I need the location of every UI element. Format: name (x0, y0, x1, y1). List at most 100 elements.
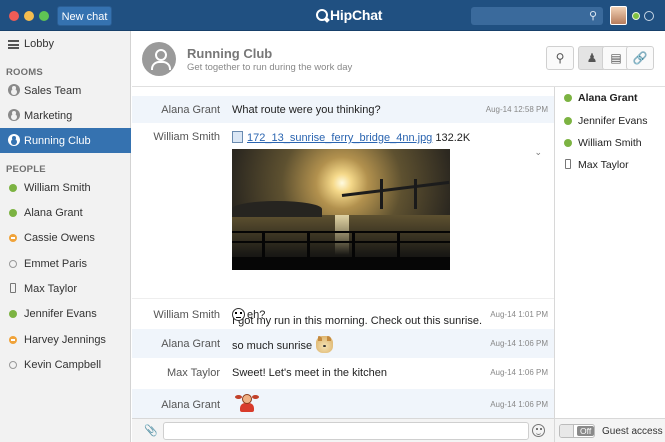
hipchat-logo-icon (316, 9, 328, 21)
chat-message: Alana Grant so much sunrise Aug-14 1:06 … (132, 329, 554, 358)
roster-item-william-smith[interactable]: William Smith (555, 132, 665, 154)
new-chat-button[interactable]: New chat (57, 6, 112, 26)
face-emoticon-icon (232, 308, 245, 321)
sidebar-person-cassie-owens[interactable]: Cassie Owens (0, 225, 131, 250)
room-title: Running Club (187, 46, 273, 61)
roster-name: Max Taylor (578, 159, 629, 171)
message-text: What route were you thinking? (232, 104, 381, 116)
doge-emoticon-icon (316, 336, 334, 353)
sidebar-person-max-taylor[interactable]: Max Taylor (0, 276, 131, 301)
do-not-disturb-status-icon (9, 336, 17, 344)
message-body: eh? (232, 308, 265, 321)
emoticon-picker-icon[interactable] (532, 424, 545, 437)
sidebar-room-marketing[interactable]: Marketing (0, 103, 131, 128)
room-roster: Alana Grant Jennifer Evans William Smith… (554, 87, 665, 418)
person-label: Harvey Jennings (24, 334, 106, 346)
message-sender[interactable]: Alana Grant (161, 399, 220, 411)
room-topic: Get together to run during the work day (187, 62, 353, 73)
room-search-button[interactable]: ⚲ (546, 46, 574, 70)
message-time: Aug-14 1:01 PM (490, 310, 548, 319)
sunrise-photo[interactable] (232, 149, 450, 270)
message-text: so much sunrise (232, 340, 313, 352)
zoom-window-icon[interactable] (39, 11, 49, 21)
chat-history[interactable]: Alana Grant What route were you thinking… (132, 87, 554, 418)
message-sender[interactable]: Alana Grant (161, 338, 220, 350)
sidebar: Lobby ROOMS Sales Team Marketing Running… (0, 31, 131, 442)
attach-file-icon[interactable]: 📎 (144, 424, 158, 437)
people-heading: PEOPLE (6, 164, 46, 175)
mobile-status-icon (10, 283, 16, 293)
roster-name: Jennifer Evans (578, 115, 648, 127)
sidebar-room-sales-team[interactable]: Sales Team (0, 78, 131, 103)
app-name: HipChat (330, 7, 383, 23)
message-body: so much sunrise (232, 336, 334, 353)
roster-name: Alana Grant (578, 92, 638, 104)
roster-item-max-taylor[interactable]: Max Taylor (555, 154, 665, 176)
person-label: Max Taylor (24, 283, 77, 295)
available-status-icon (9, 184, 17, 192)
person-label: Alana Grant (24, 207, 83, 219)
sidebar-person-harvey-jennings[interactable]: Harvey Jennings (0, 327, 131, 352)
sidebar-person-jennifer-evans[interactable]: Jennifer Evans (0, 301, 131, 326)
message-input[interactable] (163, 422, 529, 440)
file-icon: ▤ (610, 51, 622, 65)
available-status-icon (564, 117, 572, 125)
file-size: 132.2K (435, 132, 471, 144)
person-label: William Smith (24, 182, 91, 194)
sidebar-person-william-smith[interactable]: William Smith (0, 175, 131, 200)
guest-access-toggle[interactable]: Off (559, 424, 595, 438)
minimize-window-icon[interactable] (24, 11, 34, 21)
user-avatar[interactable] (610, 6, 627, 25)
room-label: Running Club (24, 135, 91, 147)
file-link[interactable]: 172_13_sunrise_ferry_bridge_4nn.jpg (247, 132, 432, 144)
links-panel-button[interactable]: 🔗 (626, 46, 654, 70)
chat-message: Alana Grant Aug-14 1:06 PM (132, 389, 554, 418)
chat-message: Max Taylor Sweet! Let's meet in the kitc… (132, 358, 554, 389)
search-icon: ⚲ (588, 10, 597, 22)
person-label: Cassie Owens (24, 232, 95, 244)
chat-message: Alana Grant What route were you thinking… (132, 96, 554, 123)
close-window-icon[interactable] (9, 11, 19, 21)
available-status-icon (564, 94, 572, 102)
available-status-icon (9, 310, 17, 318)
sidebar-room-running-club[interactable]: Running Club (0, 128, 131, 153)
available-status-icon (9, 209, 17, 217)
room-avatar-icon (142, 42, 176, 76)
message-time: Aug-14 1:06 PM (490, 339, 548, 348)
person-label: Emmet Paris (24, 258, 87, 270)
message-sender[interactable]: Alana Grant (161, 104, 220, 116)
offline-status-icon (9, 361, 17, 369)
message-sender[interactable]: William Smith (153, 309, 220, 321)
room-header: Running Club Get together to run during … (132, 31, 665, 87)
message-sender[interactable]: Max Taylor (167, 367, 220, 379)
rooms-heading: ROOMS (6, 67, 43, 78)
toggle-state-label: Off (577, 426, 594, 436)
sidebar-person-emmet-paris[interactable]: Emmet Paris (0, 251, 131, 276)
do-not-disturb-status-icon (9, 234, 17, 242)
message-time: Aug-14 1:06 PM (490, 400, 548, 409)
lobby-item[interactable]: Lobby (0, 35, 131, 55)
message-time: Aug-14 1:06 PM (490, 368, 548, 377)
sidebar-person-alana-grant[interactable]: Alana Grant (0, 200, 131, 225)
guest-access-bar: Off Guest access (554, 418, 665, 442)
offline-status-icon (9, 260, 17, 268)
guest-access-label: Guest access (602, 426, 663, 437)
chevron-down-icon[interactable]: ⌄ (534, 147, 542, 158)
roster-item-alana-grant[interactable]: Alana Grant (555, 87, 665, 109)
room-icon (8, 134, 20, 146)
file-attachment: 172_13_sunrise_ferry_bridge_4nn.jpg 132.… (232, 131, 470, 144)
person-label: Jennifer Evans (24, 308, 97, 320)
person-label: Kevin Campbell (24, 359, 102, 371)
user-status-icon[interactable] (632, 12, 640, 20)
image-file-icon (232, 131, 243, 143)
chat-message: William Smith eh? Aug-14 1:01 PM (132, 298, 554, 329)
person-icon: ♟ (586, 51, 598, 65)
message-text: eh? (247, 309, 266, 321)
sidebar-person-kevin-campbell[interactable]: Kevin Campbell (0, 352, 131, 377)
global-search-input[interactable]: ⚲ (471, 7, 603, 25)
roster-item-jennifer-evans[interactable]: Jennifer Evans (555, 110, 665, 132)
mobile-status-icon (565, 159, 571, 169)
room-icon (8, 84, 20, 96)
chat-message: William Smith 172_13_sunrise_ferry_bridg… (132, 123, 554, 327)
message-sender[interactable]: William Smith (153, 131, 220, 143)
